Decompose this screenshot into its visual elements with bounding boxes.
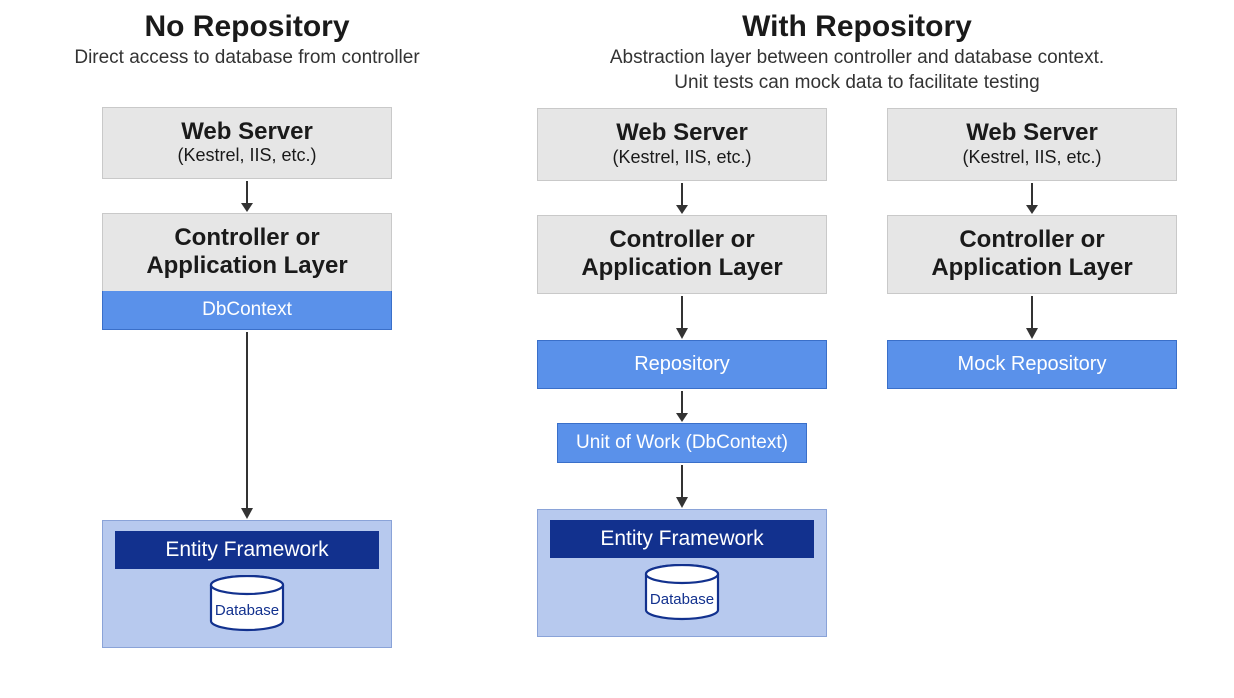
columns-with-repo: Web Server (Kestrel, IIS, etc.) Controll…	[537, 108, 1177, 637]
heading-no-repo: No Repository	[144, 10, 349, 44]
webserver-title: Web Server	[546, 119, 818, 147]
column-repository: Web Server (Kestrel, IIS, etc.) Controll…	[537, 108, 827, 637]
controller-box: Controller or Application Layer	[537, 215, 827, 294]
subheading-with-repo: Abstraction layer between controller and…	[610, 46, 1104, 95]
sub-line1: Abstraction layer between controller and…	[610, 47, 1104, 68]
webserver-sub: (Kestrel, IIS, etc.)	[896, 147, 1168, 168]
controller-line2: Application Layer	[896, 254, 1168, 282]
controller-line2: Application Layer	[546, 254, 818, 282]
controller-line1: Controller or	[896, 226, 1168, 254]
column-mock-repository: Web Server (Kestrel, IIS, etc.) Controll…	[887, 108, 1177, 637]
controller-box: Controller or Application Layer	[887, 215, 1177, 294]
ef-title: Entity Framework	[550, 520, 814, 558]
database-icon: Database	[632, 564, 732, 624]
controller-box: Controller or Application Layer	[102, 213, 392, 292]
heading-with-repo: With Repository	[742, 10, 972, 44]
webserver-box: Web Server (Kestrel, IIS, etc.)	[887, 108, 1177, 181]
arrow-down-icon	[1022, 294, 1042, 340]
db-label: Database	[650, 591, 714, 608]
arrow-down-icon	[1022, 181, 1042, 215]
webserver-sub: (Kestrel, IIS, etc.)	[111, 145, 383, 166]
webserver-sub: (Kestrel, IIS, etc.)	[546, 147, 818, 168]
db-label: Database	[215, 602, 279, 619]
entity-framework-box: Entity Framework Database	[102, 520, 392, 648]
sub-line2: Unit tests can mock data to facilitate t…	[674, 72, 1039, 93]
section-no-repository: No Repository Direct access to database …	[37, 10, 457, 648]
arrow-down-icon	[237, 179, 257, 213]
arrow-down-icon	[672, 294, 692, 340]
arrow-down-icon	[672, 181, 692, 215]
section-with-repository: With Repository Abstraction layer betwee…	[517, 10, 1197, 648]
arrow-down-icon	[672, 463, 692, 509]
controller-line1: Controller or	[111, 224, 383, 252]
dbcontext-box: DbContext	[102, 291, 392, 330]
subheading-no-repo: Direct access to database from controlle…	[74, 46, 419, 71]
repository-box: Repository	[537, 340, 827, 389]
database-icon: Database	[197, 575, 297, 635]
arrow-down-icon	[237, 330, 257, 520]
entity-framework-box: Entity Framework Database	[537, 509, 827, 637]
unit-of-work-box: Unit of Work (DbContext)	[557, 423, 807, 463]
mock-repository-box: Mock Repository	[887, 340, 1177, 389]
webserver-box: Web Server (Kestrel, IIS, etc.)	[537, 108, 827, 181]
controller-line2: Application Layer	[111, 252, 383, 280]
arrow-down-icon	[672, 389, 692, 423]
webserver-title: Web Server	[896, 119, 1168, 147]
diagram-root: No Repository Direct access to database …	[30, 10, 1204, 648]
webserver-title: Web Server	[111, 118, 383, 146]
webserver-box: Web Server (Kestrel, IIS, etc.)	[102, 107, 392, 180]
column-no-repo: Web Server (Kestrel, IIS, etc.) Controll…	[102, 107, 392, 649]
controller-line1: Controller or	[546, 226, 818, 254]
ef-title: Entity Framework	[115, 531, 379, 569]
